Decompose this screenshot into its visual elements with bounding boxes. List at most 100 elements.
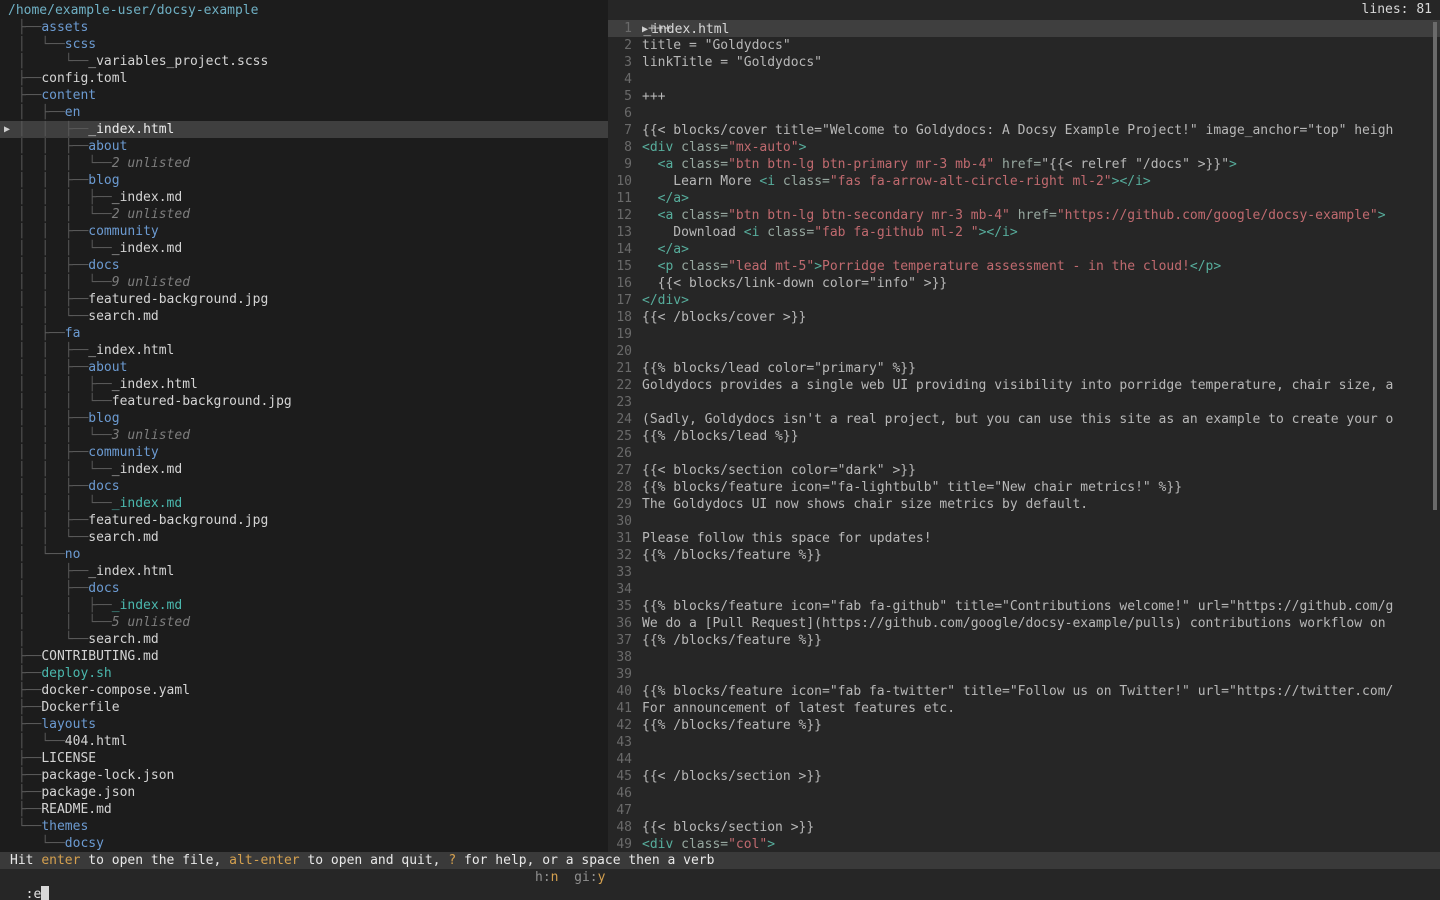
- code-token: {{% /blocks/feature %}}: [642, 718, 822, 733]
- code-text: <a class="btn btn-lg btn-primary mr-3 mb…: [642, 156, 1440, 173]
- code-text: ▶+++: [642, 20, 1440, 37]
- tree-row[interactable]: │ │ ├──about: [0, 138, 608, 155]
- code-line: 13 Download <i class="fab fa-github ml-2…: [608, 224, 1440, 241]
- tree-row[interactable]: │ │ ├──blog: [0, 410, 608, 427]
- tree-row[interactable]: │ │ │ └──featured-background.jpg: [0, 393, 608, 410]
- code-line: 29The Goldydocs UI now shows chair size …: [608, 496, 1440, 513]
- tree-row[interactable]: ├──layouts: [0, 716, 608, 733]
- code-token: The Goldydocs UI now shows chair size me…: [642, 497, 1088, 512]
- tree-row[interactable]: │ └──no: [0, 546, 608, 563]
- code-token: [673, 259, 681, 274]
- tree-branch-lines: │ │ ├──: [10, 513, 88, 528]
- tree-row[interactable]: ▶ │ │ ├──_index.html: [0, 121, 608, 138]
- tree-row[interactable]: ├──docker-compose.yaml: [0, 682, 608, 699]
- tree-row[interactable]: ├──README.md: [0, 801, 608, 818]
- code-token: class=: [783, 174, 830, 189]
- tree-row[interactable]: │ │ ├──about: [0, 359, 608, 376]
- tree-branch-lines: ├──: [10, 683, 41, 698]
- tree-entry-name: _variables_project.scss: [88, 54, 268, 69]
- tree-entry-name: _index.md: [112, 241, 182, 256]
- tree-row[interactable]: │ ├──en: [0, 104, 608, 121]
- tree-row[interactable]: │ │ ├──community: [0, 444, 608, 461]
- tree-row[interactable]: │ │ │ └──3 unlisted: [0, 427, 608, 444]
- tree-row[interactable]: ├──Dockerfile: [0, 699, 608, 716]
- tree-row[interactable]: │ │ ├──community: [0, 223, 608, 240]
- tree-row[interactable]: ├──LICENSE: [0, 750, 608, 767]
- tree-row[interactable]: │ │ ├──docs: [0, 257, 608, 274]
- code-text: The Goldydocs UI now shows chair size me…: [642, 496, 1440, 513]
- tree-row[interactable]: ├──config.toml: [0, 70, 608, 87]
- tree-row[interactable]: │ │ ├──_index.md: [0, 597, 608, 614]
- code-line: 17</div>: [608, 292, 1440, 309]
- tree-row[interactable]: ├──package.json: [0, 784, 608, 801]
- tree-row[interactable]: │ │ ├──blog: [0, 172, 608, 189]
- status-text: for help, or a space then a verb: [456, 853, 714, 868]
- tree-row[interactable]: ├──content: [0, 87, 608, 104]
- line-number: 7: [608, 122, 642, 139]
- code-token: <a: [658, 157, 674, 172]
- code-line: 31Please follow this space for updates!: [608, 530, 1440, 547]
- code-text: [642, 394, 1440, 411]
- tree-row[interactable]: │ │ │ └──9 unlisted: [0, 274, 608, 291]
- tree-row[interactable]: └──docsy: [0, 835, 608, 852]
- tree-row[interactable]: │ ├──docs: [0, 580, 608, 597]
- tree-row[interactable]: │ └──_variables_project.scss: [0, 53, 608, 70]
- tree-branch-lines: │ ├──: [10, 105, 65, 120]
- tree-row[interactable]: │ │ └──search.md: [0, 308, 608, 325]
- preview-scrollbar[interactable]: [1433, 22, 1437, 510]
- tree-entry-name: content: [41, 88, 96, 103]
- tree-row[interactable]: │ │ │ └──_index.md: [0, 495, 608, 512]
- tree-row[interactable]: └──themes: [0, 818, 608, 835]
- tree-row[interactable]: │ │ ├──featured-background.jpg: [0, 291, 608, 308]
- tree-row[interactable]: │ ├──fa: [0, 325, 608, 342]
- line-number: 47: [608, 802, 642, 819]
- tree-row[interactable]: ├──CONTRIBUTING.md: [0, 648, 608, 665]
- tree-row[interactable]: │ │ │ └──2 unlisted: [0, 155, 608, 172]
- code-token: >: [814, 259, 822, 274]
- tree-entry-name: _index.md: [112, 462, 182, 477]
- tree-row[interactable]: ├──package-lock.json: [0, 767, 608, 784]
- tree-entry-name: docs: [88, 258, 119, 273]
- code-text: [642, 343, 1440, 360]
- tree-row[interactable]: │ └──scss: [0, 36, 608, 53]
- code-text: </a>: [642, 190, 1440, 207]
- preview-filename: _index.html: [639, 22, 729, 37]
- tree-row[interactable]: │ ├──_index.html: [0, 563, 608, 580]
- tree-row[interactable]: ├──deploy.sh: [0, 665, 608, 682]
- tree-row[interactable]: │ │ └──search.md: [0, 529, 608, 546]
- tree-row[interactable]: │ │ │ ├──_index.md: [0, 189, 608, 206]
- tree-row[interactable]: │ │ ├──_index.html: [0, 342, 608, 359]
- code-token: {{% blocks/feature icon="fab fa-github" …: [642, 599, 1393, 614]
- tree-entry-name: blog: [88, 173, 119, 188]
- code-token: [673, 140, 681, 155]
- tree-branch-lines: ├──: [10, 717, 41, 732]
- tree-row[interactable]: │ │ ├──featured-background.jpg: [0, 512, 608, 529]
- tree-entry-name: search.md: [88, 309, 158, 324]
- code-line: 47: [608, 802, 1440, 819]
- tree-row[interactable]: │ └──404.html: [0, 733, 608, 750]
- tree-branch-lines: ├──: [10, 71, 41, 86]
- text-cursor: [41, 886, 49, 900]
- code-text: {{% /blocks/lead %}}: [642, 428, 1440, 445]
- code-text: [642, 105, 1440, 122]
- tree-row[interactable]: │ │ │ └──2 unlisted: [0, 206, 608, 223]
- tree-row[interactable]: │ └──search.md: [0, 631, 608, 648]
- code-text: title = "Goldydocs": [642, 37, 1440, 54]
- code-text: +++: [642, 88, 1440, 105]
- tree-row[interactable]: │ │ └──5 unlisted: [0, 614, 608, 631]
- code-token: Please follow this space for updates!: [642, 531, 932, 546]
- command-input[interactable]: :e h:n gi:y: [0, 869, 1440, 900]
- tree-row[interactable]: │ │ ├──docs: [0, 478, 608, 495]
- tree-branch-lines: │ │ ├──: [10, 292, 88, 307]
- tree-row[interactable]: ├──assets: [0, 19, 608, 36]
- code-line: 23: [608, 394, 1440, 411]
- line-number: 37: [608, 632, 642, 649]
- tree-branch-lines: │ │ │ └──: [10, 156, 112, 171]
- tree-branch-lines: │ │ ├──: [10, 173, 88, 188]
- tree-row[interactable]: │ │ │ ├──_index.html: [0, 376, 608, 393]
- tree-row[interactable]: │ │ │ └──_index.md: [0, 240, 608, 257]
- tree-row[interactable]: │ │ │ └──_index.md: [0, 461, 608, 478]
- code-token: <i: [759, 174, 775, 189]
- tree-branch-lines: │ │ └──: [10, 309, 88, 324]
- code-token: class=: [681, 140, 728, 155]
